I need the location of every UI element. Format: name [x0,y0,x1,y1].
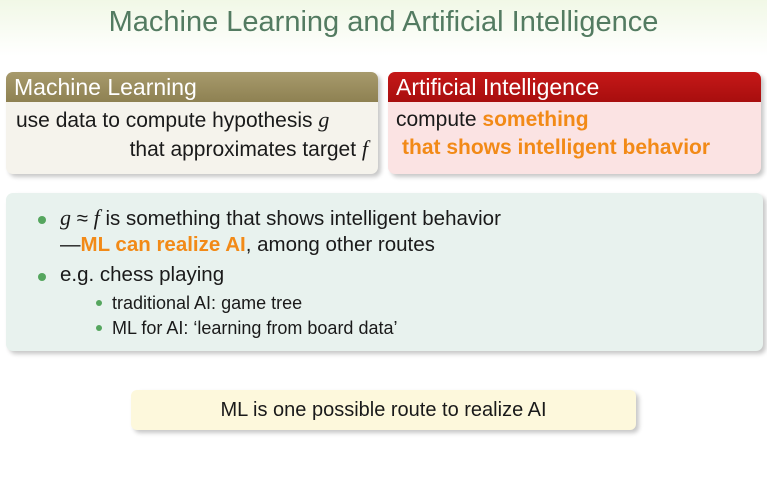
ml-line-1: use data to compute hypothesis g [14,106,368,135]
point-1-dash: — [60,233,81,256]
ml-var-g: g [318,107,330,132]
ai-block-heading: Artificial Intelligence [388,72,761,102]
sub-point-2: ML for AI: ‘learning from board data’ [112,318,398,338]
ai-line-1-text: compute [396,108,483,131]
ml-block-heading: Machine Learning [6,72,378,102]
bullet-icon [38,216,46,224]
point-1-var-g: g [60,205,71,230]
points-block: g ≈ f is something that shows intelligen… [6,193,763,351]
ml-var-f: f [361,136,368,161]
point-1-text: is something that shows intelligent beha… [99,207,501,230]
sub-point-1: traditional AI: game tree [112,293,303,313]
ai-line-2: that shows intelligent behavior [396,134,753,162]
ai-highlight-something: something [482,108,589,131]
point-2: e.g. chess playing [60,263,225,286]
ml-line-1-text: use data to compute hypothesis [16,109,319,132]
sub-bullet-icon [96,300,102,306]
ai-block-body: compute something that shows intelligent… [388,102,761,166]
slide-title: Machine Learning and Artificial Intellig… [108,6,659,38]
ai-line-1: compute something [396,106,753,134]
ml-line-2-text: that approximates target [129,138,362,161]
bullet-icon [38,273,46,281]
conclusion-note: ML is one possible route to realize AI [131,390,636,430]
ml-block-body: use data to compute hypothesis g that ap… [6,102,378,168]
ml-line-2: that approximates target f [14,135,368,164]
point-1-rest: , among other routes [245,233,435,256]
point-1-line-1: g ≈ f is something that shows intelligen… [60,205,501,232]
ml-definition-block: Machine Learning use data to compute hyp… [6,72,378,174]
ai-definition-block: Artificial Intelligence compute somethin… [388,72,761,174]
ai-highlight-behavior: that shows intelligent behavior [402,136,711,159]
point-1-highlight: ML can realize AI [80,233,246,256]
sub-bullet-icon [96,325,102,331]
point-1-approx: ≈ [76,207,88,230]
point-1-line-2: —ML can realize AI, among other routes [60,232,435,258]
